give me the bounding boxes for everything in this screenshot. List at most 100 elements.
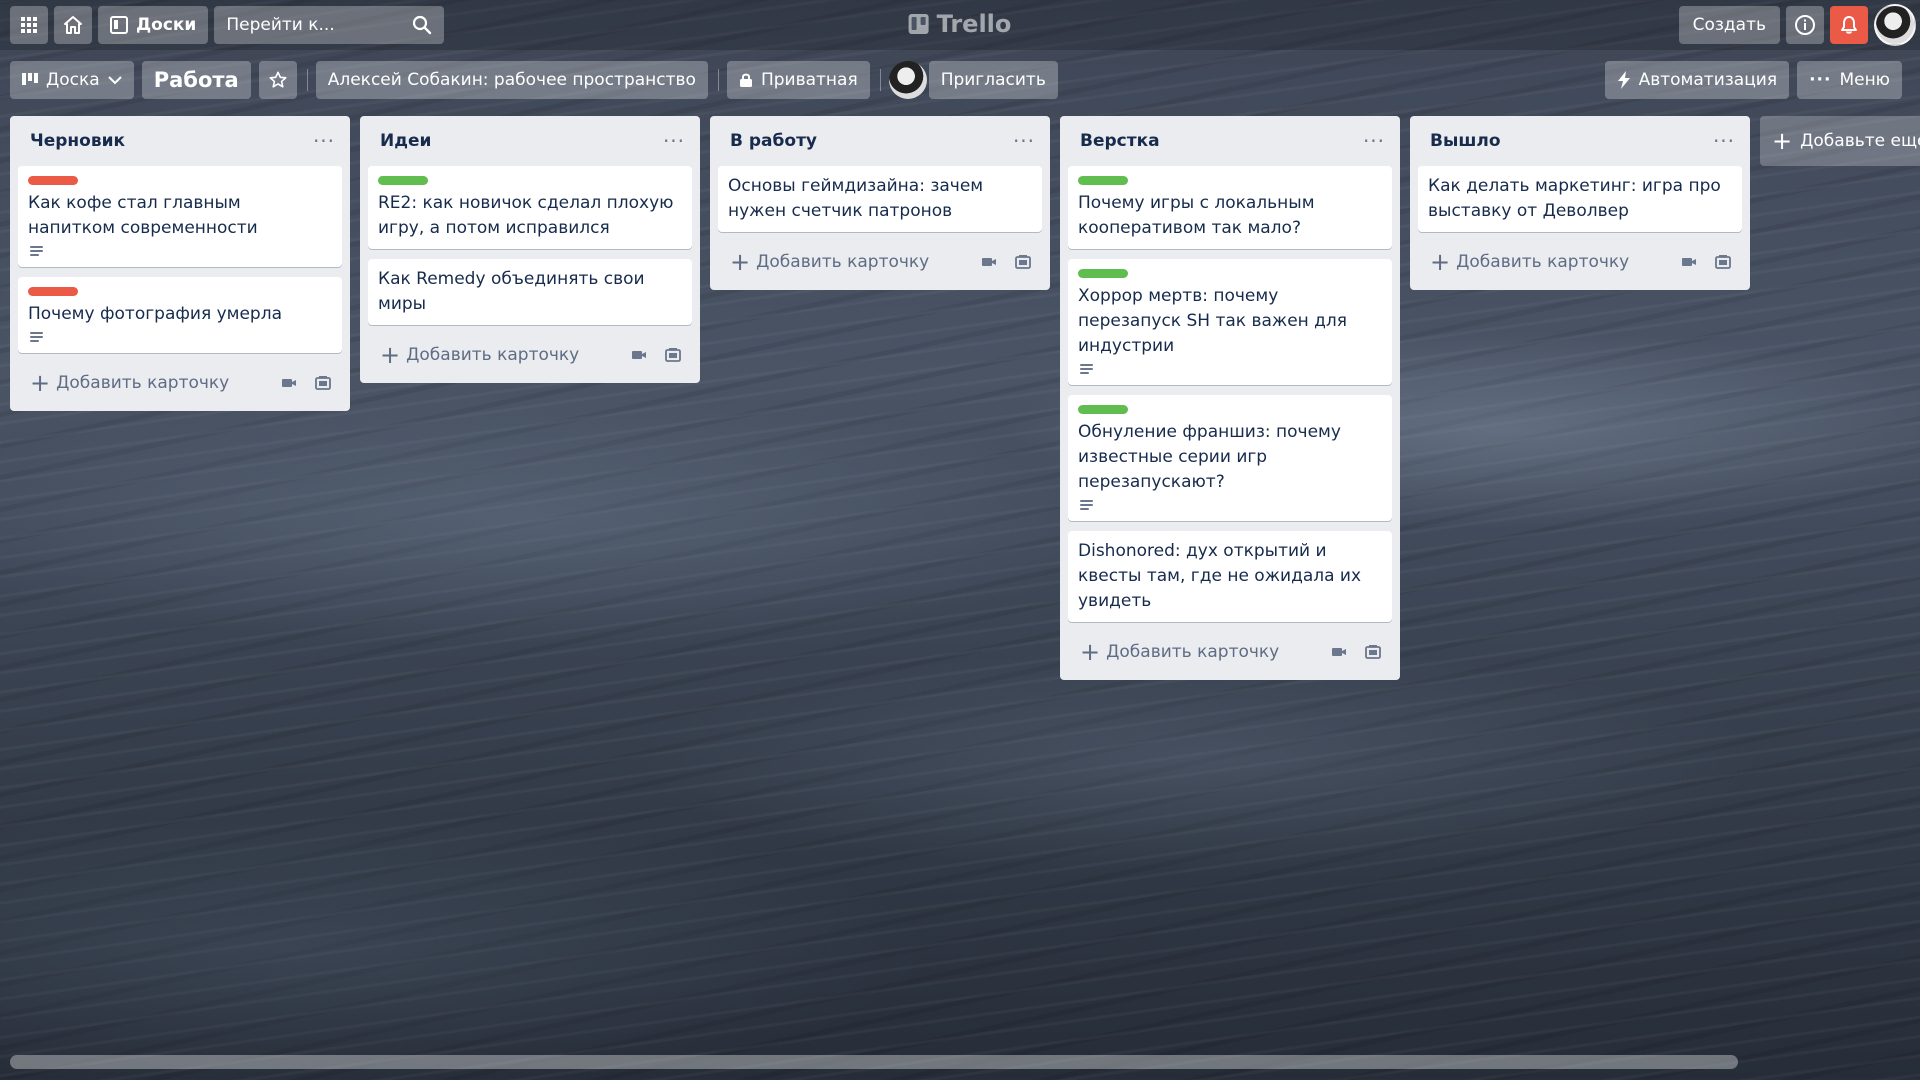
divider <box>306 69 308 91</box>
plus-icon[interactable]: + <box>30 371 50 395</box>
add-card-button[interactable]: Добавить карточку <box>1106 642 1318 662</box>
card[interactable]: Почему игры с локальным кооперативом так… <box>1068 166 1392 249</box>
card[interactable]: Обнуление франшиз: почему известные сери… <box>1068 395 1392 521</box>
card-label-green[interactable] <box>1078 269 1128 278</box>
list-menu-icon[interactable]: ··· <box>1010 131 1038 151</box>
member-avatar[interactable] <box>888 61 927 99</box>
card[interactable]: Как кофе стал главным напитком современн… <box>18 166 342 267</box>
view-label: Доска <box>46 70 100 90</box>
card-template-button[interactable] <box>660 342 686 368</box>
logo-text: Trello <box>936 10 1012 38</box>
card-title: RE2: как новичок сделал плохую игру, а п… <box>378 193 674 238</box>
description-icon <box>28 331 46 345</box>
list-title[interactable]: Идеи <box>380 131 431 151</box>
list-header: В работу ··· <box>718 116 1042 166</box>
list[interactable]: Черновик ··· Как кофе стал главным напитко… <box>10 116 350 411</box>
menu-label: Меню <box>1839 70 1890 90</box>
list-header: Черновик ··· <box>18 116 342 166</box>
card-template-button[interactable] <box>310 370 336 396</box>
list-title[interactable]: Черновик <box>30 131 125 151</box>
template-button[interactable] <box>1326 639 1352 665</box>
list-title[interactable]: Верстка <box>1080 131 1160 151</box>
search-icon <box>413 15 432 35</box>
add-card-button[interactable]: Добавить карточку <box>406 345 618 365</box>
add-list-button[interactable]: + Добавьте еще <box>1760 116 1920 166</box>
add-card-button[interactable]: Добавить карточку <box>56 373 268 393</box>
card-template-button[interactable] <box>1360 639 1386 665</box>
apps-button[interactable] <box>10 6 48 44</box>
add-card-button[interactable]: Добавить карточку <box>1456 252 1668 272</box>
card-label-green[interactable] <box>1078 405 1128 414</box>
card-label-green[interactable] <box>378 176 428 185</box>
search-placeholder: Перейти к... <box>226 15 335 35</box>
template-button[interactable] <box>626 342 652 368</box>
bell-icon <box>1841 16 1857 34</box>
star-button[interactable] <box>258 61 297 99</box>
card[interactable]: Как Remedy объединять свои миры <box>368 259 692 325</box>
automation-button[interactable]: Автоматизация <box>1604 61 1790 99</box>
list-menu-icon[interactable]: ··· <box>660 131 688 151</box>
user-avatar[interactable] <box>1874 4 1916 46</box>
plus-icon[interactable]: + <box>730 250 750 274</box>
board-header: Доска Работа Алексей Собакин: рабочее пр… <box>0 60 1920 100</box>
list-menu-icon[interactable]: ··· <box>1710 131 1738 151</box>
menu-button[interactable]: ··· Меню <box>1797 61 1902 99</box>
card-title: Как Remedy объединять свои миры <box>378 269 645 314</box>
boards-label: Доски <box>136 15 197 35</box>
list[interactable]: Вышло ··· Как делать маркетинг: игра про в… <box>1410 116 1750 290</box>
plus-icon[interactable]: + <box>380 343 400 367</box>
trello-logo[interactable]: Trello <box>908 10 1012 38</box>
template-button[interactable] <box>976 249 1002 275</box>
list[interactable]: В работу ··· Основы геймдизайна: зачем нуж… <box>710 116 1050 290</box>
horizontal-scrollbar[interactable] <box>10 1055 1738 1069</box>
add-card-button[interactable]: Добавить карточку <box>756 252 968 272</box>
notifications-button[interactable] <box>1830 6 1868 44</box>
boards-button[interactable]: Доски <box>98 6 209 44</box>
card-label-red[interactable] <box>28 176 78 185</box>
template-icon <box>982 258 996 266</box>
plus-icon[interactable]: + <box>1430 250 1450 274</box>
home-button[interactable] <box>54 6 92 44</box>
board-title[interactable]: Работа <box>141 61 251 99</box>
card-label-green[interactable] <box>1078 176 1128 185</box>
info-button[interactable] <box>1786 6 1824 44</box>
add-list-label: Добавьте еще <box>1800 131 1920 151</box>
visibility-button[interactable]: Приватная <box>726 61 870 99</box>
description-icon <box>1078 363 1096 377</box>
list[interactable]: Идеи ··· RE2: как новичок сделал плохую иг… <box>360 116 700 383</box>
card-title: Dishonored: дух открытий и квесты там, г… <box>1078 541 1362 611</box>
card-title: Как кофе стал главным напитком современн… <box>28 193 258 238</box>
plus-icon: + <box>1772 127 1793 155</box>
list-title[interactable]: Вышло <box>1430 131 1501 151</box>
template-button[interactable] <box>276 370 302 396</box>
card-template-button[interactable] <box>1010 249 1036 275</box>
card[interactable]: RE2: как новичок сделал плохую игру, а п… <box>368 166 692 249</box>
lightning-icon <box>1617 71 1630 89</box>
card[interactable]: Основы геймдизайна: зачем нужен счетчик … <box>718 166 1042 232</box>
add-card-row: + Добавить карточку <box>718 242 1042 282</box>
template-button[interactable] <box>1676 249 1702 275</box>
card-template-button[interactable] <box>1710 249 1736 275</box>
create-from-template-icon <box>665 348 681 362</box>
lock-icon <box>739 73 752 87</box>
list-title[interactable]: В работу <box>730 131 817 151</box>
plus-icon[interactable]: + <box>1080 640 1100 664</box>
more-icon: ··· <box>1809 70 1832 90</box>
card[interactable]: Почему фотография умерла <box>18 277 342 353</box>
workspace-button[interactable]: Алексей Собакин: рабочее пространство <box>315 61 708 99</box>
board-view-icon <box>22 73 38 85</box>
list-menu-icon[interactable]: ··· <box>310 131 338 151</box>
list[interactable]: Верстка ··· Почему игры с локальным коопер… <box>1060 116 1400 680</box>
card[interactable]: Как делать маркетинг: игра про выставку … <box>1418 166 1742 232</box>
create-from-template-icon <box>1365 645 1381 659</box>
card[interactable]: Хоррор мертв: почему перезапуск SH так в… <box>1068 259 1392 385</box>
invite-button[interactable]: Пригласить <box>928 61 1058 99</box>
view-switcher-button[interactable]: Доска <box>10 61 134 99</box>
card-label-red[interactable] <box>28 287 78 296</box>
list-menu-icon[interactable]: ··· <box>1360 131 1388 151</box>
create-button[interactable]: Создать <box>1678 6 1780 44</box>
card-title: Основы геймдизайна: зачем нужен счетчик … <box>728 176 984 221</box>
card[interactable]: Dishonored: дух открытий и квесты там, г… <box>1068 531 1392 622</box>
search-input[interactable]: Перейти к... <box>214 6 445 44</box>
card-title: Хоррор мертв: почему перезапуск SH так в… <box>1078 286 1348 356</box>
